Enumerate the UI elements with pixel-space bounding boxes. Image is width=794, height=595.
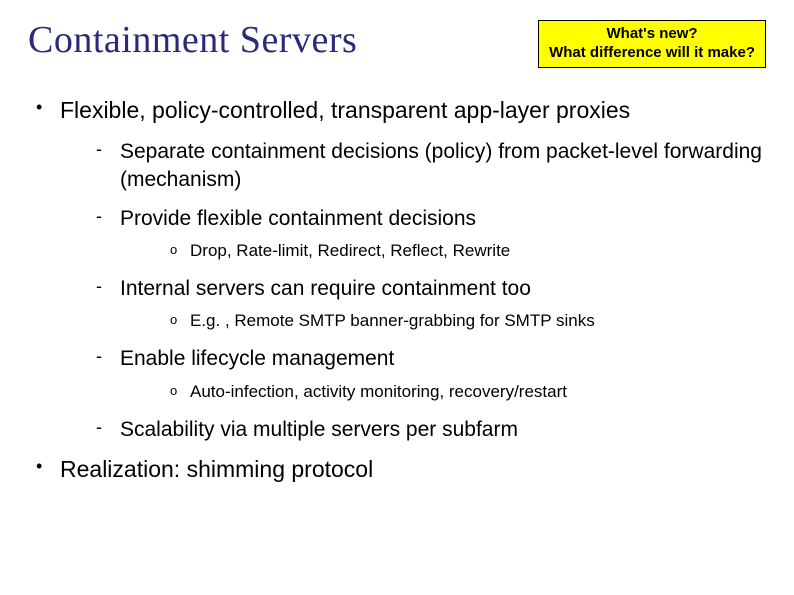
bullet-list-lvl3: E.g. , Remote SMTP banner-grabbing for S… <box>120 310 766 333</box>
header-row: Containment Servers What's new? What dif… <box>28 18 766 68</box>
list-item: Auto-infection, activity monitoring, rec… <box>170 381 766 404</box>
bullet-text: Flexible, policy-controlled, transparent… <box>60 97 630 123</box>
bullet-list-lvl3: Auto-infection, activity monitoring, rec… <box>120 381 766 404</box>
list-item: Enable lifecycle management Auto-infecti… <box>96 345 766 403</box>
list-item: Separate containment decisions (policy) … <box>96 138 766 193</box>
bullet-text: Separate containment decisions (policy) … <box>120 140 762 190</box>
list-item: Drop, Rate-limit, Redirect, Reflect, Rew… <box>170 240 766 263</box>
bullet-list-lvl1: Flexible, policy-controlled, transparent… <box>28 96 766 484</box>
list-item: Realization: shimming protocol <box>36 455 766 484</box>
bullet-text: Provide flexible containment decisions <box>120 207 476 230</box>
list-item: E.g. , Remote SMTP banner-grabbing for S… <box>170 310 766 333</box>
callout-line2: What difference will it make? <box>549 44 755 63</box>
bullet-text: Enable lifecycle management <box>120 347 394 370</box>
whats-new-callout: What's new? What difference will it make… <box>538 20 766 68</box>
content: Flexible, policy-controlled, transparent… <box>28 96 766 484</box>
list-item: Scalability via multiple servers per sub… <box>96 416 766 443</box>
list-item: Internal servers can require containment… <box>96 275 766 333</box>
bullet-text: Internal servers can require containment… <box>120 277 531 300</box>
bullet-text: Scalability via multiple servers per sub… <box>120 418 518 441</box>
bullet-text: Realization: shimming protocol <box>60 456 373 482</box>
bullet-text: Auto-infection, activity monitoring, rec… <box>190 382 567 401</box>
list-item: Provide flexible containment decisions D… <box>96 205 766 263</box>
list-item: Flexible, policy-controlled, transparent… <box>36 96 766 443</box>
callout-line1: What's new? <box>549 25 755 44</box>
bullet-text: E.g. , Remote SMTP banner-grabbing for S… <box>190 311 595 330</box>
bullet-text: Drop, Rate-limit, Redirect, Reflect, Rew… <box>190 241 510 260</box>
bullet-list-lvl3: Drop, Rate-limit, Redirect, Reflect, Rew… <box>120 240 766 263</box>
slide-title: Containment Servers <box>28 18 357 62</box>
bullet-list-lvl2: Separate containment decisions (policy) … <box>60 138 766 443</box>
slide: Containment Servers What's new? What dif… <box>0 0 794 514</box>
